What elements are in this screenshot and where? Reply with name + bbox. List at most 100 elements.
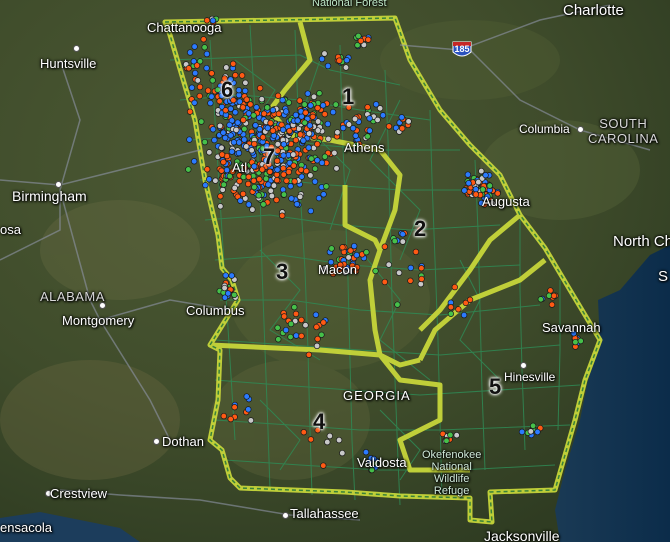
location-marker[interactable] [417,280,424,288]
location-marker[interactable] [365,36,372,43]
location-marker[interactable] [447,304,455,311]
location-marker[interactable] [577,337,584,345]
location-marker[interactable] [223,166,231,174]
location-marker[interactable] [251,140,258,148]
location-marker[interactable] [550,292,558,299]
location-marker[interactable] [307,102,314,109]
location-marker[interactable] [294,117,301,124]
location-marker[interactable] [267,187,274,194]
location-marker[interactable] [245,201,252,208]
location-marker[interactable] [253,104,260,111]
location-marker[interactable] [399,231,406,238]
location-marker[interactable] [223,64,230,71]
location-marker[interactable] [385,261,392,268]
location-marker[interactable] [204,87,212,94]
location-marker[interactable] [287,333,294,341]
location-marker[interactable] [265,181,272,188]
location-marker[interactable] [314,335,321,343]
location-marker[interactable] [292,137,300,144]
location-marker[interactable] [472,191,480,198]
location-marker[interactable] [315,195,323,202]
location-marker[interactable] [275,336,282,343]
location-marker[interactable] [236,98,243,105]
location-marker[interactable] [308,155,315,162]
location-marker[interactable] [219,186,226,193]
location-marker[interactable] [245,180,252,188]
location-marker[interactable] [270,182,278,189]
location-marker[interactable] [220,181,227,188]
location-marker[interactable] [291,304,298,311]
location-marker[interactable] [220,412,227,420]
location-marker[interactable] [342,64,350,71]
location-marker[interactable] [395,269,403,276]
location-marker[interactable] [269,107,277,114]
location-marker[interactable] [324,120,331,128]
location-marker[interactable] [228,272,235,279]
location-marker[interactable] [208,70,215,77]
location-marker[interactable] [191,43,198,50]
location-marker[interactable] [202,182,209,189]
location-marker[interactable] [324,438,331,446]
location-marker[interactable] [186,136,193,143]
location-marker[interactable] [381,278,388,286]
location-marker[interactable] [267,119,274,127]
location-marker[interactable] [314,118,322,125]
location-marker[interactable] [293,332,300,339]
location-marker[interactable] [239,190,247,198]
location-marker[interactable] [231,291,238,299]
location-marker[interactable] [279,186,287,193]
location-marker[interactable] [328,245,335,252]
location-marker[interactable] [305,144,312,151]
location-marker[interactable] [345,254,352,261]
location-marker[interactable] [290,151,297,158]
location-marker[interactable] [297,131,304,138]
location-marker[interactable] [194,77,201,84]
location-marker[interactable] [218,151,226,158]
location-marker[interactable] [274,166,281,173]
location-marker[interactable] [296,193,304,200]
location-marker[interactable] [479,186,486,193]
location-marker[interactable] [247,417,255,424]
location-marker[interactable] [314,140,321,148]
location-marker[interactable] [349,125,357,132]
location-marker[interactable] [222,107,229,114]
location-marker[interactable] [572,338,579,346]
location-marker[interactable] [198,118,205,125]
location-marker[interactable] [372,101,380,108]
location-marker[interactable] [186,49,194,56]
location-marker[interactable] [220,158,227,166]
location-marker[interactable] [232,72,239,79]
location-marker[interactable] [311,178,319,185]
location-marker[interactable] [298,332,305,340]
location-marker[interactable] [301,119,308,126]
location-marker[interactable] [309,113,316,120]
location-marker[interactable] [296,97,303,104]
location-marker[interactable] [279,126,287,133]
location-marker[interactable] [258,96,265,103]
location-marker[interactable] [475,178,482,186]
location-marker[interactable] [466,296,474,303]
location-marker[interactable] [336,57,343,64]
location-marker[interactable] [226,121,233,129]
location-marker[interactable] [352,132,359,139]
location-marker[interactable] [339,244,346,251]
location-marker[interactable] [264,124,271,132]
location-marker[interactable] [243,96,250,103]
location-marker[interactable] [235,139,243,146]
location-marker[interactable] [233,126,240,134]
location-marker[interactable] [307,207,314,215]
location-marker[interactable] [242,87,249,95]
location-marker[interactable] [287,183,294,190]
location-marker[interactable] [301,101,308,108]
location-marker[interactable] [331,149,338,157]
location-marker[interactable] [363,249,370,256]
location-marker[interactable] [218,167,225,174]
location-marker[interactable] [196,92,203,100]
location-marker[interactable] [293,201,301,208]
location-marker[interactable] [248,147,255,154]
location-marker[interactable] [527,428,534,435]
location-marker[interactable] [339,449,346,457]
location-marker[interactable] [453,432,460,439]
location-marker[interactable] [547,287,554,294]
location-marker[interactable] [203,50,211,58]
